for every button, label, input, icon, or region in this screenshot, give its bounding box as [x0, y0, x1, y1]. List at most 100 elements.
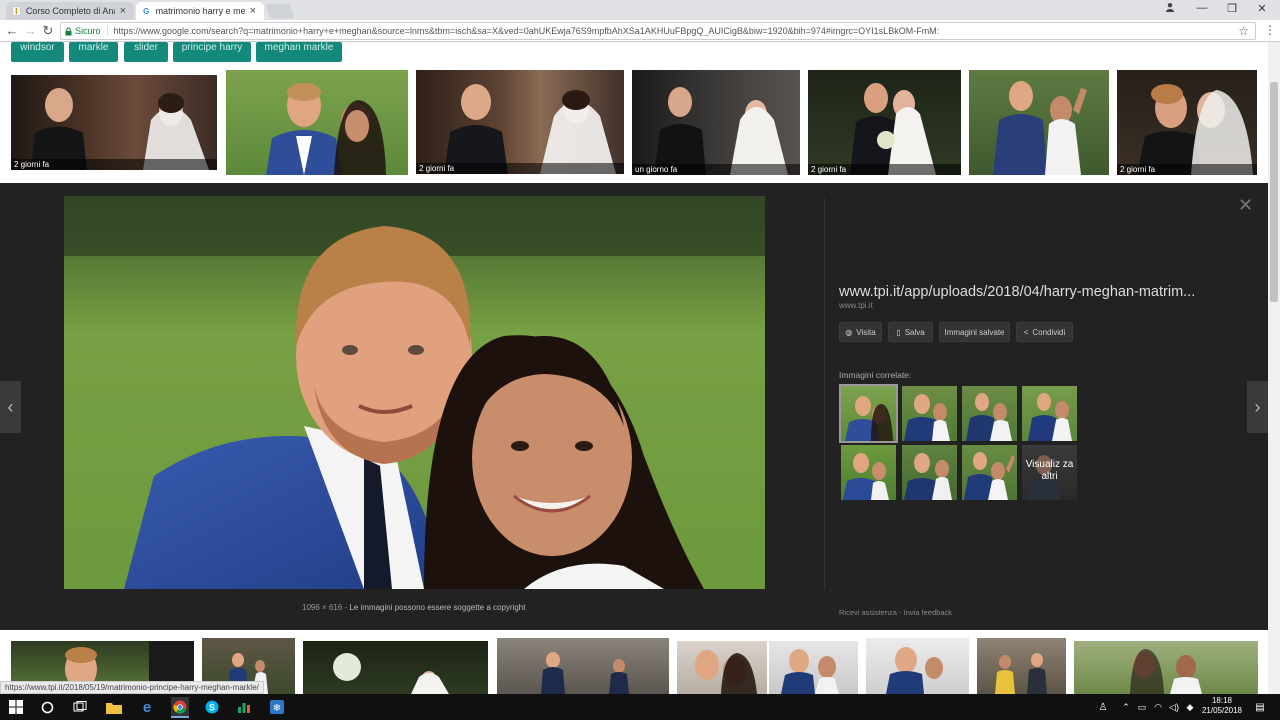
result-thumbnail[interactable]: [303, 641, 488, 694]
result-thumbnail[interactable]: 2 giorni fa: [808, 70, 961, 175]
new-tab-button[interactable]: [265, 4, 295, 18]
result-thumbnail[interactable]: [969, 70, 1109, 175]
chart-app-icon[interactable]: [236, 699, 252, 715]
status-url-tooltip: https://www.tpi.it/2018/05/19/matrimonio…: [0, 681, 264, 694]
minimize-button[interactable]: —: [1188, 2, 1216, 14]
close-tab-icon[interactable]: ×: [120, 5, 126, 17]
related-image-thumb[interactable]: [839, 384, 898, 443]
chip-windsor[interactable]: windsor: [11, 42, 64, 62]
related-image-thumb[interactable]: [902, 386, 957, 441]
help-link[interactable]: Ricevi assistenza: [839, 608, 897, 617]
chip-meghan-markle[interactable]: meghan markle: [256, 42, 342, 62]
result-thumbnail[interactable]: 2 giorni fa: [11, 75, 217, 170]
thumbnail-age: 2 giorni fa: [808, 164, 961, 175]
result-thumbnail[interactable]: [1074, 641, 1258, 694]
thumbnail-age: 2 giorni fa: [1117, 164, 1257, 175]
thumbnail-age: 2 giorni fa: [11, 159, 217, 170]
dropbox-icon[interactable]: ◆: [1182, 699, 1198, 715]
show-more-related-button[interactable]: Visualiz za altri: [1022, 445, 1077, 500]
edge-icon[interactable]: e: [139, 699, 155, 716]
share-label: Condividi: [1032, 327, 1066, 337]
doc-icon: I: [12, 6, 21, 16]
cortana-search-icon[interactable]: [39, 699, 55, 715]
save-button[interactable]: ▯ Salva: [888, 322, 933, 342]
image-viewer-panel: 1096 × 616 - Le immagini possono essere …: [0, 183, 1268, 630]
tab-google-images[interactable]: G matrimonio harry e megh ×: [136, 2, 264, 20]
secure-badge[interactable]: Sicuro: [61, 26, 108, 36]
volume-icon[interactable]: ◁): [1166, 699, 1182, 715]
related-image-thumb[interactable]: [902, 445, 957, 500]
preview-image[interactable]: [64, 196, 765, 589]
show-hidden-icons-chevron-icon[interactable]: ⌃: [1118, 699, 1134, 715]
related-images-heading: Immagini correlate:: [839, 370, 912, 380]
thumbnail-age: 2 giorni fa: [416, 163, 624, 174]
close-tab-icon[interactable]: ×: [250, 5, 256, 17]
tab-title: Corso Completo di Anali: [25, 6, 115, 16]
back-arrow-icon[interactable]: ←: [4, 23, 20, 38]
scrollbar-thumb[interactable]: [1270, 82, 1278, 302]
clock-date: 21/05/2018: [1201, 706, 1243, 715]
profile-icon[interactable]: [1156, 2, 1184, 15]
tab-course[interactable]: I Corso Completo di Anali ×: [6, 2, 134, 20]
result-thumbnail-selected[interactable]: [226, 70, 408, 175]
feedback-link[interactable]: Invia feedback: [904, 608, 952, 617]
network-icon[interactable]: ◠: [1150, 699, 1166, 715]
page-scrollbar[interactable]: [1268, 42, 1280, 694]
related-image-thumb[interactable]: [1022, 386, 1077, 441]
prev-image-arrow-icon[interactable]: ‹: [0, 381, 21, 433]
close-viewer-icon[interactable]: ✕: [1238, 195, 1253, 216]
result-thumbnail[interactable]: [497, 638, 669, 694]
reload-icon[interactable]: ↻: [40, 23, 56, 39]
close-window-button[interactable]: ✕: [1248, 2, 1276, 15]
visit-label: Visita: [856, 327, 876, 337]
skype-icon[interactable]: S: [204, 699, 220, 715]
panel-divider: [824, 198, 825, 590]
omnibox[interactable]: Sicuro https://www.google.com/search?q=m…: [60, 22, 1256, 40]
forward-arrow-icon[interactable]: →: [22, 23, 38, 38]
svg-text:❄: ❄: [273, 703, 281, 714]
result-thumbnail[interactable]: 2 giorni fa: [1117, 70, 1257, 175]
copyright-notice: Le immagini possono essere soggette a co…: [349, 603, 526, 612]
result-thumbnail[interactable]: [769, 641, 858, 694]
chip-markle[interactable]: markle: [69, 42, 118, 62]
save-label: Salva: [904, 327, 925, 337]
file-explorer-icon[interactable]: [106, 699, 122, 715]
address-bar: ← → ↻ Sicuro https://www.google.com/sear…: [0, 20, 1280, 42]
windows-start-icon[interactable]: [8, 699, 24, 715]
lock-icon: [65, 26, 72, 35]
related-image-thumb[interactable]: [962, 386, 1017, 441]
result-thumbnail[interactable]: [977, 638, 1066, 694]
url-text[interactable]: https://www.google.com/search?q=matrimon…: [108, 26, 1208, 36]
visit-button[interactable]: ◍ Visita: [839, 322, 882, 342]
related-image-thumb[interactable]: [841, 445, 896, 500]
related-image-thumb[interactable]: [962, 445, 1017, 500]
notifications-icon[interactable]: ▤: [1252, 699, 1268, 715]
source-url-link[interactable]: www.tpi.it/app/uploads/2018/04/harry-meg…: [839, 284, 1195, 300]
chip-principe-harry[interactable]: principe harry: [173, 42, 251, 62]
result-thumbnail[interactable]: [677, 641, 767, 694]
saved-images-button[interactable]: Immagini salvate: [939, 322, 1010, 342]
svg-text:S: S: [209, 703, 215, 713]
result-thumbnail[interactable]: un giorno fa: [632, 70, 800, 175]
windows-taskbar: e S ❄ ♙ ⌃ ▭ ◠ ◁) ◆ 18:18 21/05/2018 ▤: [0, 694, 1280, 720]
tab-title: matrimonio harry e megh: [155, 6, 245, 16]
task-view-icon[interactable]: [72, 699, 88, 715]
result-thumbnail[interactable]: 2 giorni fa: [416, 70, 624, 174]
snowflake-app-icon[interactable]: ❄: [269, 699, 285, 715]
bookmark-star-icon[interactable]: ☆: [1238, 24, 1249, 38]
thumbnail-age: un giorno fa: [632, 164, 800, 175]
share-button[interactable]: < Condividi: [1016, 322, 1073, 342]
bookmark-icon: ▯: [896, 327, 901, 337]
result-thumbnail[interactable]: [866, 638, 969, 694]
restore-button[interactable]: ❐: [1218, 2, 1246, 15]
battery-icon[interactable]: ▭: [1134, 699, 1150, 715]
globe-icon: ◍: [845, 327, 853, 337]
people-icon[interactable]: ♙: [1095, 699, 1111, 715]
browser-menu-icon[interactable]: ⋮: [1264, 23, 1276, 37]
taskbar-clock[interactable]: 18:18 21/05/2018: [1200, 696, 1244, 716]
chrome-icon[interactable]: [171, 697, 189, 718]
image-dimensions: 1096 × 616: [302, 603, 343, 612]
chip-slider[interactable]: slider: [124, 42, 168, 62]
next-image-arrow-icon[interactable]: ›: [1247, 381, 1268, 433]
secure-label: Sicuro: [75, 26, 101, 36]
